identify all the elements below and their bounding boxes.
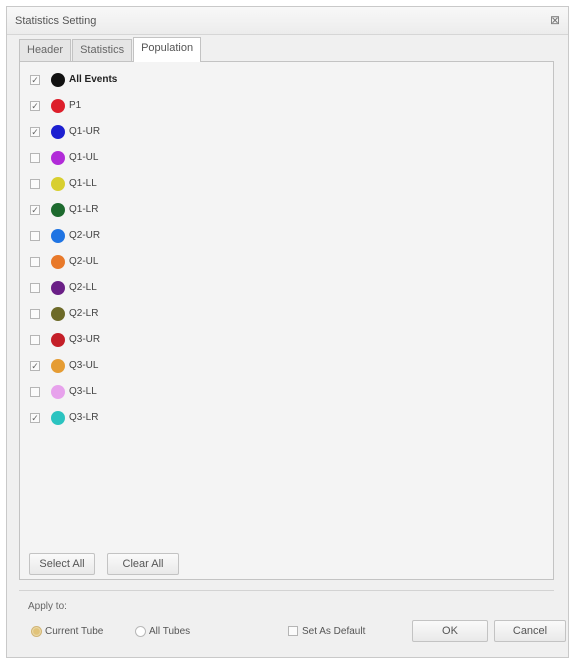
population-checkbox[interactable]: ✓ (30, 127, 40, 137)
population-color-dot (51, 385, 65, 399)
population-color-dot (51, 229, 65, 243)
population-checkbox[interactable]: ✓ (30, 75, 40, 85)
population-color-dot (51, 125, 65, 139)
set-as-default-label: Set As Default (302, 626, 366, 637)
population-label: Q3-UL (69, 360, 99, 371)
ok-button[interactable]: OK (412, 620, 488, 642)
population-color-dot (51, 99, 65, 113)
population-row: ✓ Q1-UR (20, 120, 220, 146)
population-checkbox[interactable]: ✓ (30, 205, 40, 215)
population-color-dot (51, 177, 65, 191)
population-checkbox[interactable]: ✓ (30, 361, 40, 371)
set-as-default-checkbox[interactable] (288, 626, 298, 636)
population-color-dot (51, 359, 65, 373)
population-row: ✓ All Events (20, 68, 220, 94)
population-row: Q1-UL (20, 146, 220, 172)
population-label: P1 (69, 100, 82, 111)
population-color-dot (51, 203, 65, 217)
clear-all-button[interactable]: Clear All (107, 553, 179, 575)
population-label: Q2-UR (69, 230, 101, 241)
tab-population[interactable]: Population (133, 37, 202, 62)
population-label: Q3-LR (69, 412, 99, 423)
population-label: Q1-LR (69, 204, 99, 215)
apply-to-label: Apply to: (28, 601, 67, 612)
population-color-dot (51, 281, 65, 295)
population-row: ✓ Q3-UL (20, 354, 220, 380)
tab-bar: Header Statistics Population (19, 37, 202, 62)
population-label: Q1-UL (69, 152, 99, 163)
population-row: Q3-UR (20, 328, 220, 354)
population-row: Q1-LL (20, 172, 220, 198)
population-color-dot (51, 307, 65, 321)
population-checkbox[interactable] (30, 257, 40, 267)
population-checkbox[interactable] (30, 309, 40, 319)
population-label: Q1-UR (69, 126, 101, 137)
population-row: ✓ Q3-LR (20, 406, 220, 432)
population-row: ✓ P1 (20, 94, 220, 120)
population-color-dot (51, 151, 65, 165)
population-color-dot (51, 411, 65, 425)
tab-header[interactable]: Header (19, 39, 72, 61)
population-color-dot (51, 255, 65, 269)
title-bar: Statistics Setting ⊠ (7, 7, 568, 35)
population-checkbox[interactable] (30, 231, 40, 241)
population-label: Q2-LL (69, 282, 97, 293)
population-checkbox[interactable] (30, 179, 40, 189)
population-label: Q3-UR (69, 334, 101, 345)
population-color-dot (51, 73, 65, 87)
close-icon[interactable]: ⊠ (548, 13, 562, 27)
population-checkbox[interactable] (30, 335, 40, 345)
cancel-button[interactable]: Cancel (494, 620, 566, 642)
population-list: ✓ All Events ✓ P1 ✓ Q1-UR Q1-UL Q1-LL ✓ Q1-LR Q2-U… (20, 68, 220, 432)
current-tube-label: Current Tube (45, 626, 104, 637)
divider (19, 590, 554, 591)
tab-statistics[interactable]: Statistics (72, 39, 133, 61)
population-row: Q2-UR (20, 224, 220, 250)
all-tubes-radio[interactable] (135, 626, 146, 637)
population-checkbox[interactable]: ✓ (30, 413, 40, 423)
select-all-button[interactable]: Select All (29, 553, 95, 575)
population-row: Q2-LR (20, 302, 220, 328)
population-label: Q3-LL (69, 386, 97, 397)
population-row: ✓ Q1-LR (20, 198, 220, 224)
population-label: Q1-LL (69, 178, 97, 189)
population-checkbox[interactable]: ✓ (30, 101, 40, 111)
current-tube-radio[interactable] (31, 626, 42, 637)
population-label: All Events (69, 74, 118, 85)
dialog-title: Statistics Setting (15, 15, 97, 27)
population-row: Q3-LL (20, 380, 220, 406)
population-row: Q2-UL (20, 250, 220, 276)
all-tubes-label: All Tubes (149, 626, 191, 637)
population-color-dot (51, 333, 65, 347)
population-checkbox[interactable] (30, 387, 40, 397)
population-checkbox[interactable] (30, 153, 40, 163)
population-panel: ✓ All Events ✓ P1 ✓ Q1-UR Q1-UL Q1-LL ✓ Q1-LR Q2-U… (19, 61, 554, 580)
population-row: Q2-LL (20, 276, 220, 302)
population-label: Q2-LR (69, 308, 99, 319)
population-checkbox[interactable] (30, 283, 40, 293)
population-label: Q2-UL (69, 256, 99, 267)
